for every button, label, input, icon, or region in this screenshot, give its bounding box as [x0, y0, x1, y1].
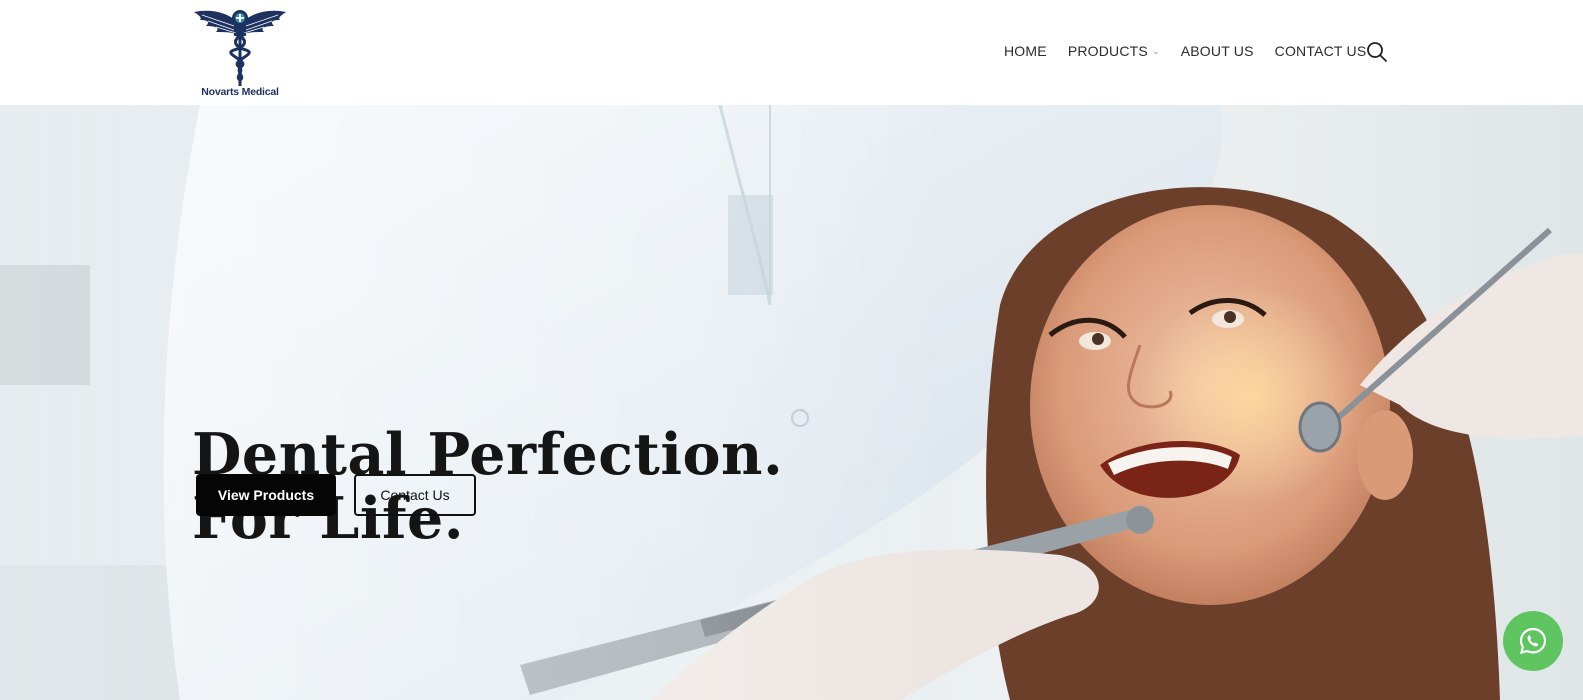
- view-products-button[interactable]: View Products: [196, 474, 336, 516]
- brand-name: Novarts Medical: [201, 86, 279, 98]
- nav-about-us[interactable]: ABOUT US: [1181, 43, 1254, 59]
- main-nav: HOME PRODUCTS ⌄ ABOUT US CONTACT US: [1004, 43, 1387, 59]
- whatsapp-button[interactable]: [1503, 611, 1563, 671]
- search-icon[interactable]: [1366, 41, 1388, 63]
- nav-home-label: HOME: [1004, 43, 1047, 59]
- hero-background-image: [0, 105, 1583, 700]
- nav-home[interactable]: HOME: [1004, 43, 1047, 59]
- whatsapp-icon: [1519, 627, 1547, 654]
- caduceus-icon: [194, 10, 286, 86]
- chevron-down-icon: ⌄: [1151, 45, 1160, 56]
- nav-products-label: PRODUCTS: [1067, 43, 1148, 59]
- nav-products[interactable]: PRODUCTS ⌄: [1068, 43, 1160, 59]
- hero-section: Dental Perfection. For Life.: [0, 105, 1583, 700]
- nav-contact-label: CONTACT US: [1274, 43, 1367, 59]
- nav-contact-us[interactable]: CONTACT US: [1275, 43, 1367, 59]
- nav-about-label: ABOUT US: [1180, 43, 1254, 59]
- contact-us-button[interactable]: Contact Us: [354, 474, 476, 516]
- site-header: Novarts Medical HOME PRODUCTS ⌄ ABOUT US …: [0, 0, 1583, 105]
- brand-logo[interactable]: Novarts Medical: [190, 2, 290, 102]
